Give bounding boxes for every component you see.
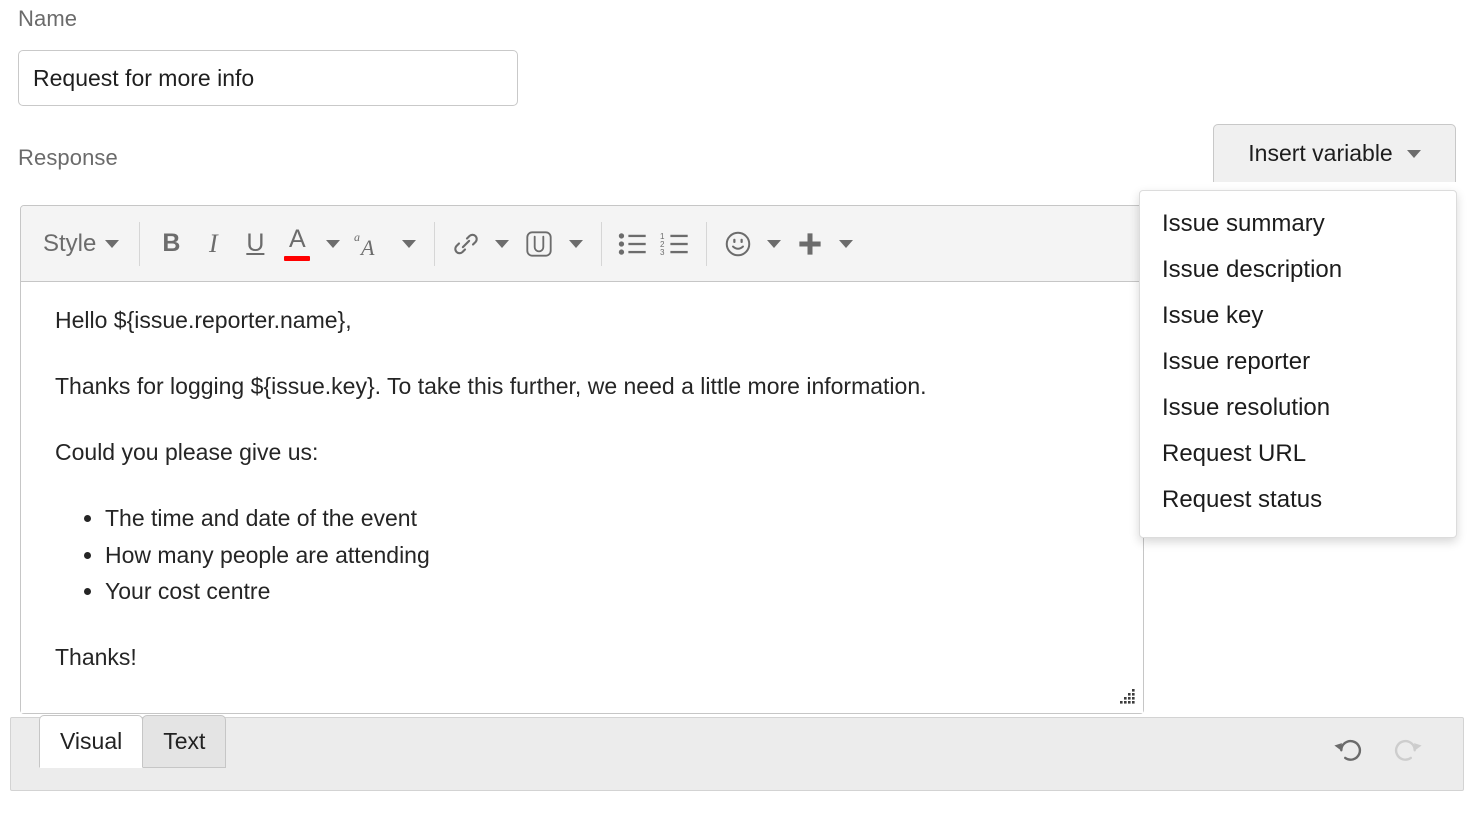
list-item: The time and date of the event	[105, 504, 1117, 534]
svg-text:3: 3	[660, 247, 665, 256]
editor-bullet-list: The time and date of the event How many …	[55, 504, 1117, 608]
bullet-list-button[interactable]	[612, 220, 654, 268]
editor-mode-tabs: Visual Text	[39, 715, 227, 769]
chevron-down-icon	[569, 239, 584, 248]
link-icon	[454, 233, 479, 254]
menu-item-issue-reporter[interactable]: Issue reporter	[1140, 339, 1456, 385]
menu-item-issue-key[interactable]: Issue key	[1140, 293, 1456, 339]
toolbar-divider	[434, 221, 436, 266]
chevron-down-icon	[105, 239, 120, 248]
undo-button[interactable]	[1329, 732, 1365, 768]
insert-variable-button[interactable]: Insert variable	[1213, 124, 1456, 182]
link-button[interactable]	[445, 220, 487, 268]
bullet-list-icon	[619, 232, 647, 255]
bold-button[interactable]: B	[150, 220, 192, 268]
editor-content-area[interactable]: Hello ${issue.reporter.name}, Thanks for…	[21, 282, 1143, 713]
menu-item-request-status[interactable]: Request status	[1140, 477, 1456, 523]
chevron-down-icon	[1406, 149, 1421, 158]
numbered-list-icon: 1 2 3	[660, 231, 689, 256]
chevron-down-icon	[326, 239, 341, 248]
redo-button[interactable]	[1391, 732, 1427, 768]
toolbar-divider	[706, 221, 708, 266]
emoji-icon	[726, 231, 751, 256]
italic-button[interactable]: I	[192, 220, 234, 268]
resize-grip-icon	[1120, 689, 1135, 704]
attachment-dropdown-button[interactable]	[561, 220, 591, 268]
emoji-button[interactable]	[717, 220, 759, 268]
insert-variable-label: Insert variable	[1248, 140, 1393, 166]
font-size-icon: a A	[354, 230, 375, 259]
list-item: How many people are attending	[105, 541, 1117, 571]
chevron-down-icon	[767, 239, 782, 248]
text-color-letter: A	[289, 224, 306, 253]
list-item: Your cost centre	[105, 577, 1117, 607]
editor-paragraph-greeting: Hello ${issue.reporter.name},	[55, 307, 352, 333]
toolbar-divider	[139, 221, 141, 266]
link-dropdown-button[interactable]	[487, 220, 517, 268]
tab-visual[interactable]: Visual	[39, 715, 144, 769]
numbered-list-button[interactable]: 1 2 3	[654, 220, 696, 268]
rich-text-editor: Style B I U A a A 1 2 3 Hello ${issue.re…	[20, 205, 1144, 714]
editor-toolbar: Style B I U A a A 1 2 3	[21, 206, 1143, 282]
name-field-label: Name	[18, 6, 78, 31]
template-editor-page: Name Response Style B I U A	[0, 0, 1474, 820]
insert-variable-menu: Issue summary Issue description Issue ke…	[1139, 190, 1457, 538]
text-color-icon: A	[284, 224, 311, 261]
attachment-icon	[526, 230, 552, 257]
history-controls	[1329, 732, 1427, 768]
attachment-button[interactable]	[517, 220, 561, 268]
editor-resize-handle[interactable]	[1115, 686, 1137, 708]
text-color-swatch	[284, 255, 311, 261]
menu-item-request-url[interactable]: Request URL	[1140, 431, 1456, 477]
editor-bottom-bar: Visual Text	[10, 715, 1464, 791]
svg-text:A: A	[359, 235, 375, 259]
emoji-dropdown-button[interactable]	[759, 220, 789, 268]
redo-icon	[1394, 739, 1422, 761]
name-input[interactable]	[18, 50, 518, 106]
svg-text:a: a	[354, 230, 360, 244]
editor-paragraph-closing: Thanks!	[55, 644, 137, 671]
text-color-dropdown-button[interactable]	[318, 220, 348, 268]
chevron-down-icon	[839, 239, 854, 248]
style-dropdown-button[interactable]: Style	[29, 220, 129, 268]
response-field-label: Response	[18, 145, 118, 170]
style-dropdown-label: Style	[43, 229, 97, 257]
undo-icon	[1334, 739, 1362, 761]
underline-button[interactable]: U	[234, 220, 276, 268]
text-color-button[interactable]: A	[276, 220, 318, 268]
editor-paragraph-ask: Could you please give us:	[55, 438, 319, 465]
font-size-dropdown-button[interactable]	[394, 220, 424, 268]
tab-text[interactable]: Text	[142, 715, 227, 769]
chevron-down-icon	[402, 239, 417, 248]
toolbar-divider	[601, 221, 603, 266]
insert-plus-button[interactable]	[789, 220, 831, 268]
menu-item-issue-description[interactable]: Issue description	[1140, 247, 1456, 293]
menu-item-issue-resolution[interactable]: Issue resolution	[1140, 385, 1456, 431]
plus-icon	[799, 232, 821, 255]
chevron-down-icon	[495, 239, 510, 248]
font-size-button[interactable]: a A	[348, 220, 394, 268]
editor-paragraph-intro: Thanks for logging ${issue.key}. To take…	[55, 372, 927, 399]
menu-item-issue-summary[interactable]: Issue summary	[1140, 201, 1456, 247]
insert-plus-dropdown-button[interactable]	[831, 220, 861, 268]
